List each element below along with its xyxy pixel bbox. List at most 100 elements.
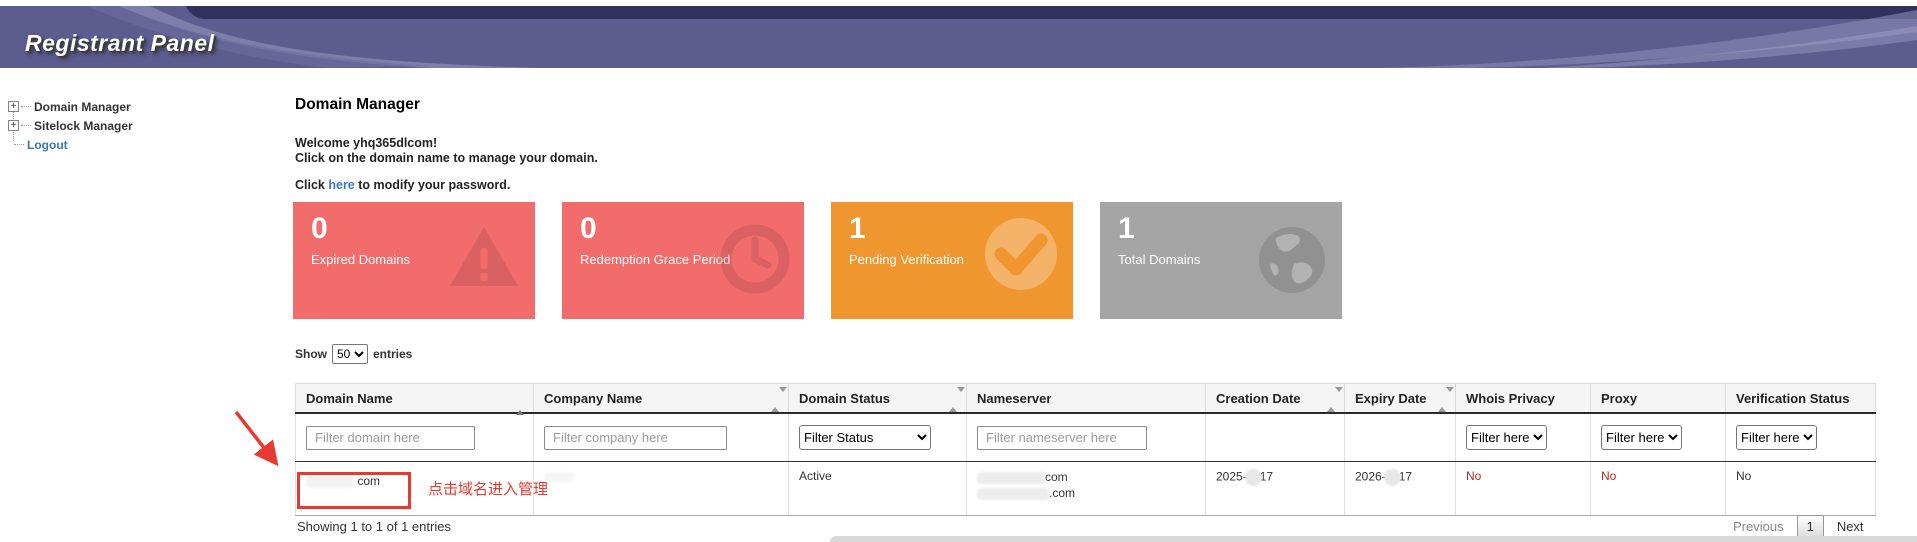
nameserver-suffix: com [1045,470,1068,484]
sort-both-icon[interactable] [771,392,779,407]
sort-both-icon[interactable] [1438,392,1446,407]
whois-privacy-cell: No [1456,462,1591,516]
column-label: Domain Status [799,391,890,406]
clock-icon [720,224,790,294]
banner-artwork [0,6,1917,68]
redacted-nameserver-blur [977,472,1045,484]
password-hint-post: to modify your password. [355,178,511,192]
stat-card-expired-domains: 0 Expired Domains [293,202,535,319]
column-header-whois-privacy: Whois Privacy [1456,384,1591,414]
column-label: Creation Date [1216,391,1301,406]
annotation-arrow-icon [222,402,292,477]
column-label: Nameserver [977,391,1051,406]
previous-page-button[interactable]: Previous [1733,519,1784,534]
stat-value: 0 [311,212,328,246]
filter-expiry-date-empty-cell [1345,413,1456,462]
sidebar-item-label[interactable]: Domain Manager [34,100,131,114]
check-circle-icon [983,216,1059,292]
redacted-nameserver-blur [977,488,1049,500]
tree-dash [21,125,31,126]
show-label: Show [295,347,327,361]
sidebar-item-logout[interactable]: Logout [8,135,133,154]
nameserver-suffix: .com [1049,486,1075,500]
column-header-nameserver: Nameserver [967,384,1206,414]
expiry-date-prefix: 2026- [1355,470,1386,484]
page-title: Domain Manager [295,96,420,114]
password-hint: Click here to modify your password. [295,178,510,192]
welcome-line2: Click on the domain name to manage your … [295,151,598,166]
welcome-line1: Welcome yhq365dlcom! [295,136,598,151]
logout-link[interactable]: Logout [27,138,68,152]
page-1-button[interactable]: 1 [1797,515,1824,538]
filter-domain-input[interactable] [306,426,475,450]
filter-proxy-select[interactable]: Filter here [1601,425,1682,450]
column-label: Company Name [544,391,642,406]
column-header-creation-date[interactable]: Creation Date [1206,384,1345,414]
column-header-expiry-date[interactable]: Expiry Date [1345,384,1456,414]
filter-nameserver-input[interactable] [977,426,1147,450]
annotation-text: 点击域名进入管理 [428,478,548,499]
sort-ascending-icon[interactable] [516,395,524,410]
stat-value: 0 [580,212,597,246]
column-label: Domain Name [306,391,393,406]
filter-creation-date-empty-cell [1206,413,1345,462]
tree-dash [21,106,31,107]
show-entries-bar: Show 50 entries [295,344,412,364]
table-info-text: Showing 1 to 1 of 1 entries [297,519,451,534]
pagination: Previous 1 Next [1733,515,1864,538]
column-label: Verification Status [1736,391,1849,406]
domain-status-cell: Active [789,462,967,516]
stat-value: 1 [849,212,866,246]
sidebar-item-label[interactable]: Sitelock Manager [34,119,133,133]
bottom-gray-band [830,536,1917,542]
header-banner: Registrant Panel [0,6,1917,68]
creation-date-prefix: 2025- [1216,470,1247,484]
stat-card-total-domains: 1 Total Domains [1100,202,1342,319]
redacted-domain-blur [306,475,354,488]
column-header-domain-status[interactable]: Domain Status [789,384,967,414]
creation-date-suffix: 17 [1260,470,1273,484]
sidebar-item-sitelock-manager[interactable]: + Sitelock Manager [8,116,133,135]
nameserver-line: .com [977,485,1195,501]
table-header-row: Domain Name Company Name Domain Status N… [296,384,1876,414]
entries-label: entries [373,347,412,361]
column-header-company-name[interactable]: Company Name [534,384,789,414]
column-header-verification-status: Verification Status [1726,384,1876,414]
nameserver-line: com [977,469,1195,485]
stat-label: Expired Domains [311,252,410,267]
redacted-date-blur [1384,469,1401,486]
column-header-domain-name[interactable]: Domain Name [296,384,534,414]
filter-row: Filter Status Filter here Filter here Fi… [296,413,1876,462]
column-label: Expiry Date [1355,391,1427,406]
page-size-select[interactable]: 50 [332,344,368,364]
registrant-panel-page: Registrant Panel + Domain Manager + Site… [0,0,1917,542]
expand-plus-icon[interactable]: + [8,120,19,131]
column-label: Proxy [1601,391,1637,406]
stat-value: 1 [1118,212,1135,246]
domain-link[interactable]: com [357,474,380,488]
warning-triangle-icon [447,224,521,290]
creation-date-cell: 2025- 17 [1206,462,1345,516]
proxy-cell: No [1591,462,1726,516]
stat-card-pending-verification: 1 Pending Verification [831,202,1073,319]
tree-dash [14,144,24,145]
app-title: Registrant Panel [25,30,215,57]
filter-company-input[interactable] [544,426,727,450]
redacted-date-blur [1245,469,1262,486]
change-password-link[interactable]: here [328,178,354,192]
company-name-cell [534,462,789,516]
sort-both-icon[interactable] [949,392,957,407]
next-page-button[interactable]: Next [1837,519,1864,534]
sidebar-item-domain-manager[interactable]: + Domain Manager [8,97,133,116]
filter-status-select[interactable]: Filter Status [799,425,931,450]
expiry-date-suffix: 17 [1399,470,1412,484]
column-header-proxy: Proxy [1591,384,1726,414]
filter-whois-select[interactable]: Filter here [1466,425,1547,450]
expand-plus-icon[interactable]: + [8,101,19,112]
stat-cards: 0 Expired Domains 0 Redemption Grace Per… [293,202,1342,319]
sort-both-icon[interactable] [1327,392,1335,407]
filter-verification-select[interactable]: Filter here [1736,425,1817,450]
globe-icon [1256,224,1328,296]
sidebar-tree: + Domain Manager + Sitelock Manager Logo… [8,97,133,154]
verification-status-cell: No [1726,462,1876,516]
